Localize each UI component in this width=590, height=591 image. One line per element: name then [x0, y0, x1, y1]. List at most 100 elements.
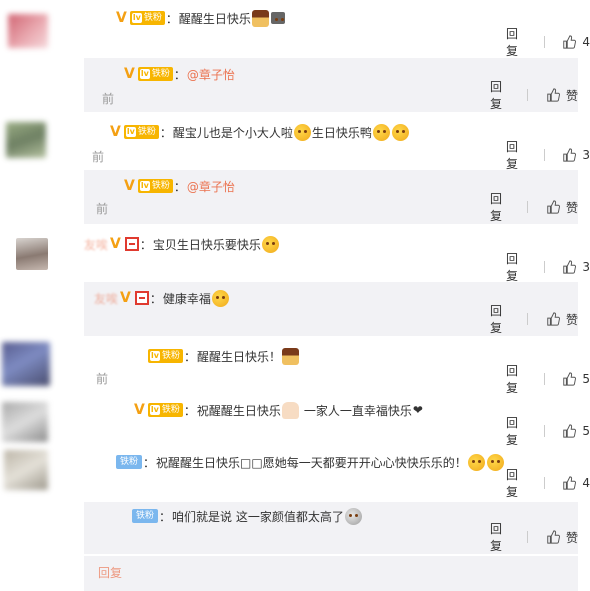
like-button[interactable]: 4	[562, 35, 590, 49]
reply-item: 回复	[84, 556, 578, 591]
cute-emoji	[344, 507, 362, 525]
reply-button[interactable]: 回复	[490, 520, 509, 554]
avatar[interactable]	[2, 402, 48, 442]
cute-emoji	[261, 235, 279, 253]
reply-button[interactable]: 回复	[506, 25, 526, 59]
comment-text: 咱们就是说 这一家颜值都太高了	[172, 509, 344, 524]
thumbs-up-icon	[563, 260, 577, 274]
comment-text: 祝醒醒生日快乐	[196, 403, 281, 418]
reply-button[interactable]: 回复	[490, 190, 509, 224]
like-button[interactable]: 3	[562, 148, 590, 162]
cute-emoji	[486, 453, 504, 471]
fan-badge: 铁粉	[132, 509, 159, 523]
reply-item: 友唉 V ： 健康幸福 回复 赞	[84, 282, 578, 336]
cute-emoji	[211, 289, 229, 307]
timestamp: 前	[96, 202, 109, 216]
comment-item: 铁粉 ： 祝醒醒生日快乐□□愿她每一天都要开开心心快快乐乐的！ 回复 4	[0, 448, 590, 500]
username[interactable]	[100, 67, 122, 81]
reply-link[interactable]: 回复	[98, 564, 122, 581]
fan-badge: lv 铁粉	[137, 67, 173, 81]
comment-item: 友唉 V ： 宝贝生日快乐要快乐 回复 3	[0, 226, 590, 284]
mention-link[interactable]: @章子怡	[187, 66, 235, 83]
thumbs-up-icon	[563, 424, 577, 438]
comment-text-2: 生日快乐鸭	[311, 125, 372, 140]
fan-badge: lv 铁粉	[123, 125, 159, 139]
cute-emoji	[293, 123, 311, 141]
reply-button[interactable]: 回复	[490, 78, 509, 112]
like-button[interactable]: 5	[562, 372, 590, 386]
hand-emoji	[281, 401, 299, 419]
red-badge-icon	[134, 291, 149, 305]
family-emoji	[270, 12, 285, 24]
avatar[interactable]	[8, 14, 48, 48]
like-button[interactable]: 3	[562, 260, 590, 274]
reply-button[interactable]: 回复	[506, 138, 526, 172]
thumbs-up-icon	[547, 200, 560, 214]
reply-item: 铁粉 ： 咱们就是说 这一家颜值都太高了 回复 赞	[84, 502, 578, 554]
verified-icon: V	[120, 290, 131, 306]
reply-button[interactable]: 回复	[506, 362, 526, 396]
thumbs-up-icon	[547, 530, 560, 544]
username[interactable]	[84, 125, 108, 139]
like-button[interactable]: 赞	[546, 529, 578, 546]
thumbs-up-icon	[547, 88, 560, 102]
heart-icon: ❤	[412, 403, 423, 417]
comment-item: V lv 铁粉 ： 祝醒醒生日快乐 一家人一直幸福快乐 ❤ 回复 5	[0, 394, 590, 448]
fan-badge: lv 铁粉	[148, 349, 184, 363]
like-count: 5	[582, 424, 590, 438]
like-count: 4	[582, 476, 590, 490]
like-count: 5	[582, 372, 590, 386]
avatar[interactable]	[16, 238, 48, 270]
like-button[interactable]: 赞	[546, 311, 578, 328]
cute-emoji	[467, 453, 485, 471]
like-button[interactable]: 赞	[546, 199, 578, 216]
username[interactable]: 友唉	[94, 290, 118, 307]
like-label: 赞	[565, 88, 578, 103]
comment-item: V lv 铁粉 ： 醒宝儿也是个小大人啦 生日快乐鸭 前 回复 3	[0, 114, 590, 172]
reply-button[interactable]: 回复	[506, 414, 526, 448]
fan-badge: lv 铁粉	[129, 11, 165, 25]
timestamp: 前	[102, 92, 115, 106]
reply-button[interactable]: 回复	[506, 250, 526, 284]
comment-text: 健康幸福	[162, 291, 211, 306]
comment-text: 祝醒醒生日快乐□□愿她每一天都要开开心心快快乐乐的！	[156, 455, 467, 470]
like-label: 赞	[565, 200, 578, 215]
thumbs-up-icon	[563, 372, 577, 386]
red-badge-icon	[124, 237, 139, 251]
username[interactable]	[84, 11, 114, 25]
username[interactable]	[84, 403, 132, 417]
like-count: 3	[582, 148, 590, 162]
username[interactable]	[84, 455, 114, 469]
username[interactable]	[84, 349, 146, 363]
username[interactable]	[100, 179, 122, 193]
reply-button[interactable]: 回复	[490, 302, 509, 336]
verified-icon: V	[134, 402, 145, 418]
comment-item: V lv 铁粉 ： 醒醒生日快乐 回复 4	[0, 0, 590, 59]
avatar[interactable]	[2, 342, 50, 386]
username[interactable]	[100, 509, 130, 523]
verified-icon: V	[124, 66, 135, 82]
username[interactable]: 友唉	[84, 236, 108, 253]
like-button[interactable]: 5	[562, 424, 590, 438]
verified-icon: V	[110, 124, 121, 140]
like-button[interactable]: 赞	[546, 87, 578, 104]
comment-text: 醒宝儿也是个小大人啦	[172, 125, 293, 140]
like-button[interactable]: 4	[562, 476, 590, 490]
cute-emoji	[391, 123, 409, 141]
avatar[interactable]	[4, 450, 48, 490]
fan-badge: 铁粉	[116, 455, 143, 469]
thumbs-up-icon	[547, 312, 560, 326]
timestamp: 前	[92, 150, 105, 164]
comment-item: lv 铁粉 ： 醒醒生日快乐！ 前 回复 5	[0, 338, 590, 396]
comment-text: 醒醒生日快乐！	[197, 349, 282, 364]
comment-text-2: 一家人一直幸福快乐	[303, 403, 412, 418]
like-count: 4	[582, 35, 590, 49]
cake-emoji	[251, 9, 269, 27]
like-label: 赞	[565, 530, 578, 545]
comment-text: 醒醒生日快乐	[178, 11, 251, 26]
avatar[interactable]	[6, 122, 46, 158]
cute-emoji	[372, 123, 390, 141]
mention-link[interactable]: @章子怡	[187, 178, 235, 195]
reply-button[interactable]: 回复	[506, 466, 526, 500]
verified-icon: V	[110, 236, 121, 252]
